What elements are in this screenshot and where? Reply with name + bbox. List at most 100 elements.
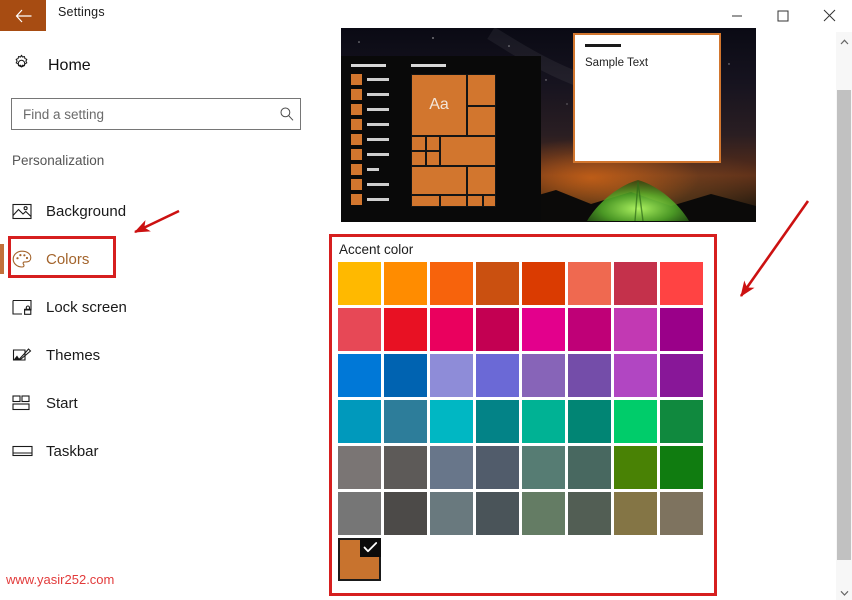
sidebar-item-colors[interactable]: Colors (0, 235, 330, 283)
color-swatch[interactable] (568, 400, 611, 443)
color-swatch[interactable] (614, 308, 657, 351)
color-swatch[interactable] (476, 446, 519, 489)
vertical-scrollbar[interactable] (836, 32, 852, 600)
color-swatch[interactable] (476, 354, 519, 397)
sidebar-nav-list: Background Colors Lock screen Themes Sta… (0, 187, 330, 475)
color-swatch[interactable] (660, 446, 703, 489)
minimize-button[interactable] (714, 0, 760, 31)
color-swatch[interactable] (660, 354, 703, 397)
scrollbar-thumb[interactable] (837, 90, 851, 560)
color-swatch[interactable] (430, 400, 473, 443)
app-title: Settings (58, 5, 105, 19)
picture-icon (12, 203, 46, 220)
color-swatch[interactable] (568, 262, 611, 305)
sidebar-item-lock-screen[interactable]: Lock screen (0, 283, 330, 331)
swatch-row (338, 400, 703, 443)
start-menu-preview: Aa (341, 56, 541, 222)
color-swatch[interactable] (338, 492, 381, 535)
settings-window: Settings Home Find a setting Personaliza… (0, 0, 852, 600)
color-swatch[interactable] (522, 446, 565, 489)
maximize-button[interactable] (760, 0, 806, 31)
accent-color-heading: Accent color (339, 242, 414, 257)
color-swatch[interactable] (476, 492, 519, 535)
color-swatch[interactable] (522, 492, 565, 535)
maximize-icon (777, 10, 789, 22)
swatch-row (338, 492, 703, 535)
color-swatch[interactable] (522, 400, 565, 443)
color-swatch[interactable] (338, 262, 381, 305)
color-swatch[interactable] (660, 262, 703, 305)
color-swatch[interactable] (430, 354, 473, 397)
color-swatch[interactable] (660, 492, 703, 535)
color-swatch[interactable] (568, 492, 611, 535)
color-swatch[interactable] (614, 262, 657, 305)
color-swatch[interactable] (338, 308, 381, 351)
color-swatch[interactable] (522, 354, 565, 397)
sidebar-item-themes[interactable]: Themes (0, 331, 330, 379)
accent-color-grid (338, 262, 703, 584)
color-swatch[interactable] (522, 308, 565, 351)
color-swatch[interactable] (614, 492, 657, 535)
swatch-row (338, 308, 703, 351)
color-swatch[interactable] (338, 400, 381, 443)
color-swatch[interactable] (568, 446, 611, 489)
watermark: www.yasir252.com (6, 572, 115, 587)
color-swatch[interactable] (338, 446, 381, 489)
color-swatch[interactable] (614, 400, 657, 443)
color-swatch[interactable] (568, 354, 611, 397)
color-swatch[interactable] (614, 446, 657, 489)
swatch-row (338, 354, 703, 397)
color-swatch[interactable] (476, 262, 519, 305)
selection-indicator (0, 244, 4, 274)
gear-icon (12, 54, 31, 78)
sidebar-item-themes-label: Themes (46, 346, 101, 364)
color-swatch[interactable] (430, 308, 473, 351)
color-swatch[interactable] (476, 400, 519, 443)
search-icon[interactable] (274, 106, 300, 122)
sidebar-item-home[interactable]: Home (12, 54, 91, 78)
color-swatch[interactable] (338, 354, 381, 397)
sample-window-preview: Sample Text (573, 33, 721, 163)
color-swatch[interactable] (430, 492, 473, 535)
color-swatch[interactable] (430, 262, 473, 305)
sidebar-item-start[interactable]: Start (0, 379, 330, 427)
color-swatch[interactable] (384, 262, 427, 305)
color-swatch[interactable] (614, 354, 657, 397)
back-arrow-icon (15, 9, 32, 23)
window-controls (714, 0, 852, 31)
sidebar-item-lock-screen-label: Lock screen (46, 298, 127, 316)
sidebar-item-start-label: Start (46, 394, 78, 412)
category-title: Personalization (12, 153, 105, 168)
sidebar-item-taskbar-label: Taskbar (46, 442, 99, 460)
themes-brush-icon (12, 346, 46, 365)
color-swatch[interactable] (430, 446, 473, 489)
back-button[interactable] (0, 0, 46, 31)
color-swatch[interactable] (522, 262, 565, 305)
preview-tile-large: Aa (411, 74, 467, 136)
color-swatch[interactable] (384, 308, 427, 351)
sidebar-item-colors-label: Colors (46, 250, 90, 268)
sidebar-item-taskbar[interactable]: Taskbar (0, 427, 330, 475)
sidebar-item-background[interactable]: Background (0, 187, 330, 235)
color-swatch[interactable] (660, 400, 703, 443)
swatch-row (338, 538, 703, 581)
scroll-down-button[interactable] (836, 583, 852, 600)
scroll-up-button[interactable] (836, 32, 852, 49)
lock-screen-icon (12, 299, 46, 316)
sample-window-titlebar-line (585, 44, 621, 47)
color-swatch[interactable] (660, 308, 703, 351)
close-button[interactable] (806, 0, 852, 31)
chevron-up-icon (840, 32, 849, 50)
color-swatch[interactable] (384, 400, 427, 443)
search-box[interactable] (11, 98, 301, 130)
search-input[interactable] (21, 99, 274, 129)
accent-color-section: Accent color (329, 234, 717, 596)
color-swatch[interactable] (476, 308, 519, 351)
color-swatch[interactable] (568, 308, 611, 351)
color-swatch[interactable] (384, 354, 427, 397)
color-swatch[interactable] (384, 492, 427, 535)
color-swatch-selected[interactable] (338, 538, 381, 581)
sidebar-item-background-label: Background (46, 202, 127, 220)
chevron-down-icon (840, 583, 849, 600)
color-swatch[interactable] (384, 446, 427, 489)
